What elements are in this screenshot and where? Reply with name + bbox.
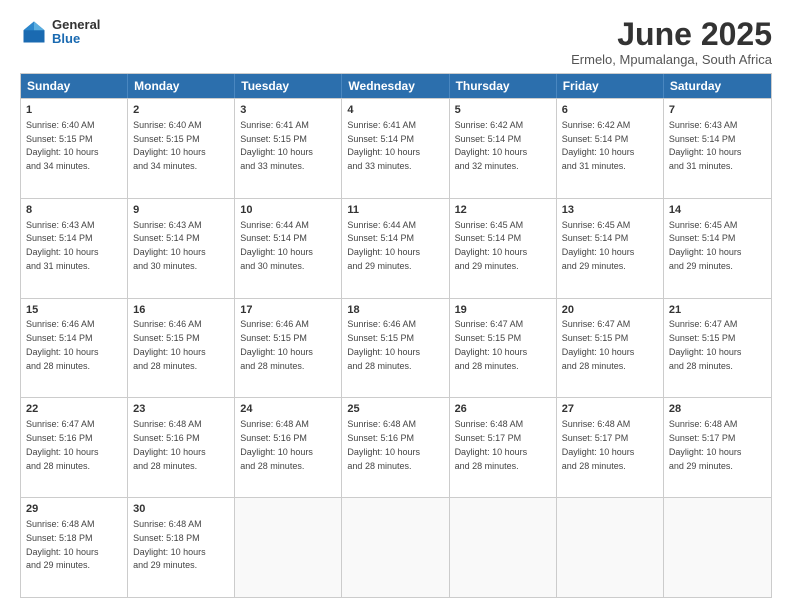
header-tuesday: Tuesday	[235, 74, 342, 98]
day-20: 20 Sunrise: 6:47 AMSunset: 5:15 PMDaylig…	[557, 299, 664, 398]
header-thursday: Thursday	[450, 74, 557, 98]
day-14: 14 Sunrise: 6:45 AMSunset: 5:14 PMDaylig…	[664, 199, 771, 298]
day-1: 1 Sunrise: 6:40 AMSunset: 5:15 PMDayligh…	[21, 99, 128, 198]
empty-5	[664, 498, 771, 597]
calendar-body: 1 Sunrise: 6:40 AMSunset: 5:15 PMDayligh…	[21, 98, 771, 597]
week-2: 8 Sunrise: 6:43 AMSunset: 5:14 PMDayligh…	[21, 198, 771, 298]
day-9: 9 Sunrise: 6:43 AMSunset: 5:14 PMDayligh…	[128, 199, 235, 298]
day-29: 29 Sunrise: 6:48 AMSunset: 5:18 PMDaylig…	[21, 498, 128, 597]
day-3: 3 Sunrise: 6:41 AMSunset: 5:15 PMDayligh…	[235, 99, 342, 198]
day-6: 6 Sunrise: 6:42 AMSunset: 5:14 PMDayligh…	[557, 99, 664, 198]
empty-3	[450, 498, 557, 597]
day-10: 10 Sunrise: 6:44 AMSunset: 5:14 PMDaylig…	[235, 199, 342, 298]
day-26: 26 Sunrise: 6:48 AMSunset: 5:17 PMDaylig…	[450, 398, 557, 497]
day-25: 25 Sunrise: 6:48 AMSunset: 5:16 PMDaylig…	[342, 398, 449, 497]
day-19: 19 Sunrise: 6:47 AMSunset: 5:15 PMDaylig…	[450, 299, 557, 398]
logo-blue-text: Blue	[52, 32, 100, 46]
day-4: 4 Sunrise: 6:41 AMSunset: 5:14 PMDayligh…	[342, 99, 449, 198]
header-wednesday: Wednesday	[342, 74, 449, 98]
logo: General Blue	[20, 18, 100, 47]
day-11: 11 Sunrise: 6:44 AMSunset: 5:14 PMDaylig…	[342, 199, 449, 298]
week-4: 22 Sunrise: 6:47 AMSunset: 5:16 PMDaylig…	[21, 397, 771, 497]
empty-2	[342, 498, 449, 597]
header-monday: Monday	[128, 74, 235, 98]
day-18: 18 Sunrise: 6:46 AMSunset: 5:15 PMDaylig…	[342, 299, 449, 398]
day-28: 28 Sunrise: 6:48 AMSunset: 5:17 PMDaylig…	[664, 398, 771, 497]
header: General Blue June 2025 Ermelo, Mpumalang…	[20, 18, 772, 67]
week-5: 29 Sunrise: 6:48 AMSunset: 5:18 PMDaylig…	[21, 497, 771, 597]
header-friday: Friday	[557, 74, 664, 98]
day-23: 23 Sunrise: 6:48 AMSunset: 5:16 PMDaylig…	[128, 398, 235, 497]
title-block: June 2025 Ermelo, Mpumalanga, South Afri…	[571, 18, 772, 67]
day-22: 22 Sunrise: 6:47 AMSunset: 5:16 PMDaylig…	[21, 398, 128, 497]
day-30: 30 Sunrise: 6:48 AMSunset: 5:18 PMDaylig…	[128, 498, 235, 597]
header-sunday: Sunday	[21, 74, 128, 98]
day-5: 5 Sunrise: 6:42 AMSunset: 5:14 PMDayligh…	[450, 99, 557, 198]
day-24: 24 Sunrise: 6:48 AMSunset: 5:16 PMDaylig…	[235, 398, 342, 497]
day-15: 15 Sunrise: 6:46 AMSunset: 5:14 PMDaylig…	[21, 299, 128, 398]
title-location: Ermelo, Mpumalanga, South Africa	[571, 52, 772, 67]
logo-general-text: General	[52, 18, 100, 32]
day-8: 8 Sunrise: 6:43 AMSunset: 5:14 PMDayligh…	[21, 199, 128, 298]
day-27: 27 Sunrise: 6:48 AMSunset: 5:17 PMDaylig…	[557, 398, 664, 497]
day-2: 2 Sunrise: 6:40 AMSunset: 5:15 PMDayligh…	[128, 99, 235, 198]
day-17: 17 Sunrise: 6:46 AMSunset: 5:15 PMDaylig…	[235, 299, 342, 398]
day-13: 13 Sunrise: 6:45 AMSunset: 5:14 PMDaylig…	[557, 199, 664, 298]
week-1: 1 Sunrise: 6:40 AMSunset: 5:15 PMDayligh…	[21, 98, 771, 198]
logo-icon	[20, 18, 48, 46]
day-21: 21 Sunrise: 6:47 AMSunset: 5:15 PMDaylig…	[664, 299, 771, 398]
calendar: Sunday Monday Tuesday Wednesday Thursday…	[20, 73, 772, 598]
title-month: June 2025	[571, 18, 772, 50]
header-saturday: Saturday	[664, 74, 771, 98]
empty-4	[557, 498, 664, 597]
day-7: 7 Sunrise: 6:43 AMSunset: 5:14 PMDayligh…	[664, 99, 771, 198]
empty-1	[235, 498, 342, 597]
logo-text: General Blue	[52, 18, 100, 47]
day-16: 16 Sunrise: 6:46 AMSunset: 5:15 PMDaylig…	[128, 299, 235, 398]
day-12: 12 Sunrise: 6:45 AMSunset: 5:14 PMDaylig…	[450, 199, 557, 298]
calendar-header-row: Sunday Monday Tuesday Wednesday Thursday…	[21, 74, 771, 98]
week-3: 15 Sunrise: 6:46 AMSunset: 5:14 PMDaylig…	[21, 298, 771, 398]
page: General Blue June 2025 Ermelo, Mpumalang…	[0, 0, 792, 612]
